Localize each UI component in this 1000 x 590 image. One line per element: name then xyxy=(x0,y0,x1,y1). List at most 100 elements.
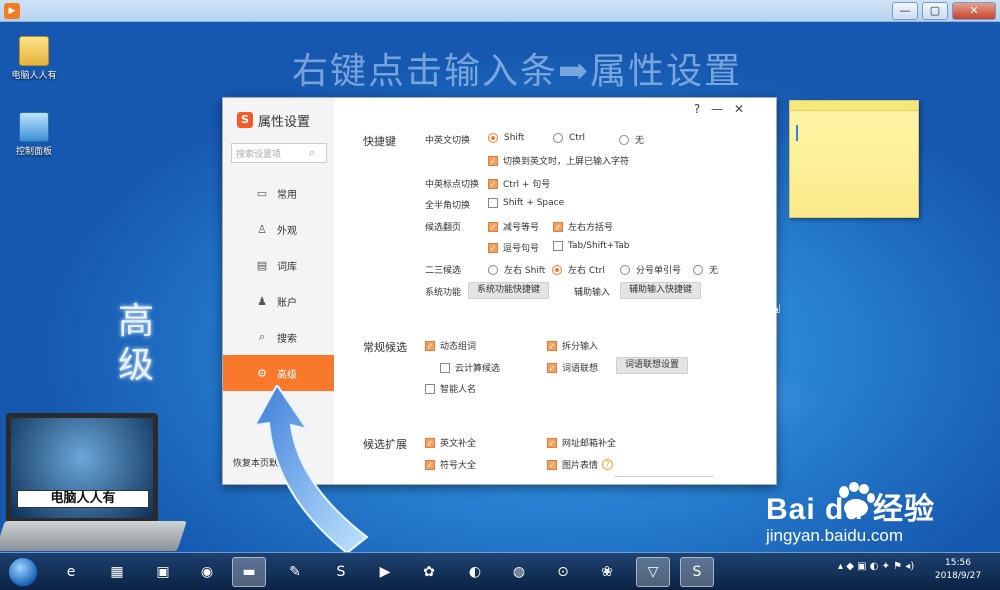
clock-time: 15:56 xyxy=(945,558,971,568)
word-assoc-checkbox[interactable]: ✓ 词语联想 xyxy=(547,361,598,374)
option-label: Ctrl xyxy=(569,133,586,143)
tab-checkbox[interactable]: Tab/Shift+Tab xyxy=(553,241,630,251)
monitor-icon: ▭ xyxy=(256,186,268,200)
option-label: 无 xyxy=(709,266,719,276)
cn-en-switch-label: 中英文切换 xyxy=(425,136,471,146)
comma-period-checkbox[interactable]: ✓ 逗号句号 xyxy=(488,241,539,254)
cloud-candidates-checkbox[interactable]: 云计算候选 xyxy=(440,361,500,374)
option-label: 动态组词 xyxy=(440,342,477,352)
full-half-label: 全半角切换 xyxy=(425,201,471,211)
chess-icon[interactable]: ◍ xyxy=(502,557,536,587)
nav-label: 外观 xyxy=(277,225,297,237)
url-email-checkbox[interactable]: ✓ 网址邮箱补全 xyxy=(547,436,616,449)
option-label: 词语联想 xyxy=(562,364,599,374)
brackets-checkbox[interactable]: ✓ 左右方括号 xyxy=(553,220,613,233)
folder-icon[interactable]: ▬ xyxy=(232,557,266,587)
option-label: 网址邮箱补全 xyxy=(562,439,617,449)
dialog-close-button[interactable]: ✕ xyxy=(731,102,747,116)
smart-names-checkbox[interactable]: 智能人名 xyxy=(425,382,476,395)
chat-icon[interactable]: ◐ xyxy=(458,557,492,587)
image-emoji-checkbox[interactable]: ✓ 图片表情? xyxy=(547,458,614,471)
full-half-checkbox[interactable]: Shift + Space xyxy=(488,198,564,208)
text-caret xyxy=(796,125,798,141)
nav-item-common[interactable]: ▭ 常用 xyxy=(223,175,334,211)
nav-item-account[interactable]: ♟ 账户 xyxy=(223,283,334,319)
radio-none-2[interactable]: 无 xyxy=(693,263,718,276)
radio-indicator xyxy=(488,133,498,143)
explorer-icon[interactable]: ▦ xyxy=(100,557,134,587)
split-input-checkbox[interactable]: ✓ 拆分输入 xyxy=(547,339,598,352)
radio-left-right-shift[interactable]: 左右 Shift xyxy=(488,263,545,276)
media-icon[interactable]: ▣ xyxy=(146,557,180,587)
shield-icon[interactable]: ▽ xyxy=(636,557,670,587)
flower-icon[interactable]: ❀ xyxy=(590,557,624,587)
dialog-content: ? — ✕ 快捷键 中英文切换 Shift Ctrl 无 ✓ 切换到英文时，上屏已… xyxy=(334,98,778,484)
taskbar: e ▦ ▣ ◉ ▬ ✎ S ▶ ✿ ◐ ◍ ⊙ ❀ ▽ S ▴ ◆ ▣ ◐ ✦ … xyxy=(0,552,1000,590)
settings-search-input[interactable]: 搜索设置项 ⌕ xyxy=(231,143,327,163)
sticky-note-header xyxy=(790,101,918,111)
system-hotkey-button[interactable]: 系统功能快捷键 xyxy=(468,282,550,299)
desktop-icon-folder[interactable]: 电脑人人有 xyxy=(4,36,64,81)
option-label: 左右方括号 xyxy=(568,223,614,233)
sogou-logo-icon: S xyxy=(237,112,253,128)
laptop-logo-graphic: 电脑人人有 xyxy=(0,413,187,563)
option-label: 拆分输入 xyxy=(562,342,599,352)
radio-semicolon-quote[interactable]: 分号单引号 xyxy=(620,263,681,276)
start-button[interactable] xyxy=(8,557,38,587)
laptop-banner: 电脑人人有 xyxy=(17,490,149,508)
search-icon[interactable]: ⌕ xyxy=(309,146,323,160)
checkbox-indicator: ✓ xyxy=(488,178,498,189)
baidu-watermark: Bai du 经验 jingyan.baidu.com xyxy=(766,482,935,545)
checkbox-indicator: ✓ xyxy=(488,221,498,232)
commit-on-switch-checkbox[interactable]: ✓ 切换到英文时，上屏已输入字符 xyxy=(488,154,629,167)
checkbox-indicator: ✓ xyxy=(547,362,557,373)
player-icon[interactable]: ▶ xyxy=(368,557,402,587)
clock[interactable]: 15:56 2018/9/27 xyxy=(928,557,988,583)
chrome-icon[interactable]: ◉ xyxy=(190,557,224,587)
paw-icon xyxy=(839,482,875,517)
divider xyxy=(614,476,714,477)
radio-ctrl[interactable]: Ctrl xyxy=(553,133,585,143)
option-label: Tab/Shift+Tab xyxy=(568,241,630,251)
paint-icon[interactable]: ✎ xyxy=(278,557,312,587)
radio-indicator xyxy=(619,134,629,145)
nav-item-dictionary[interactable]: ▤ 词库 xyxy=(223,247,334,283)
search-placeholder: 搜索设置项 xyxy=(236,150,282,160)
help-icon[interactable]: ? xyxy=(689,102,705,116)
nav-item-search[interactable]: ⌕ 搜索 xyxy=(223,319,334,355)
close-button[interactable]: ✕ xyxy=(952,2,996,20)
dynamic-words-checkbox[interactable]: ✓ 动态组词 xyxy=(425,339,476,352)
word-assoc-settings-button[interactable]: 词语联想设置 xyxy=(616,357,689,374)
maximize-button[interactable]: ▢ xyxy=(922,2,948,20)
settings-icon[interactable]: ⊙ xyxy=(546,557,580,587)
system-tray[interactable]: ▴ ◆ ▣ ◐ ✦ ⚑ ◂) xyxy=(838,561,914,572)
symbols-checkbox[interactable]: ✓ 符号大全 xyxy=(425,458,476,471)
minimize-button[interactable]: — xyxy=(892,2,918,20)
radio-indicator xyxy=(553,133,563,143)
help-circle-icon[interactable]: ? xyxy=(602,459,614,470)
option-label: 切换到英文时，上屏已输入字符 xyxy=(503,157,630,167)
punct-switch-checkbox[interactable]: ✓ Ctrl + 句号 xyxy=(488,177,550,190)
advanced-overlay-label: 高级 xyxy=(118,301,155,386)
system-func-label: 系统功能 xyxy=(425,288,462,298)
option-label: 符号大全 xyxy=(440,461,477,471)
clock-date: 2018/9/27 xyxy=(934,571,982,581)
minus-equal-checkbox[interactable]: ✓ 减号等号 xyxy=(488,220,539,233)
radio-none[interactable]: 无 xyxy=(619,133,644,146)
nav-item-appearance[interactable]: ♙ 外观 xyxy=(223,211,334,247)
dialog-minimize-button[interactable]: — xyxy=(709,102,725,116)
sogou-input-icon[interactable]: S xyxy=(680,557,714,587)
radio-shift[interactable]: Shift xyxy=(488,133,524,143)
english-complete-checkbox[interactable]: ✓ 英文补全 xyxy=(425,436,476,449)
sogou-icon[interactable]: S xyxy=(324,557,358,587)
option-label: 智能人名 xyxy=(440,385,477,395)
aux-hotkey-button[interactable]: 辅助输入快捷键 xyxy=(620,282,702,299)
sticky-note[interactable] xyxy=(789,100,919,218)
colors-icon[interactable]: ✿ xyxy=(412,557,446,587)
tutorial-heading: 右键点击输入条➡属性设置 xyxy=(292,51,743,92)
desktop-icon-control-panel[interactable]: 控制面板 xyxy=(4,112,64,157)
desktop-screen: ▶ — ▢ ✕ 电脑人人有 控制面板 右键点击输入条➡属性设置 高级 S 属性设… xyxy=(0,0,1000,590)
ie-icon[interactable]: e xyxy=(54,557,88,587)
nav-label: 账户 xyxy=(277,297,297,309)
radio-left-right-ctrl[interactable]: 左右 Ctrl xyxy=(552,263,605,276)
